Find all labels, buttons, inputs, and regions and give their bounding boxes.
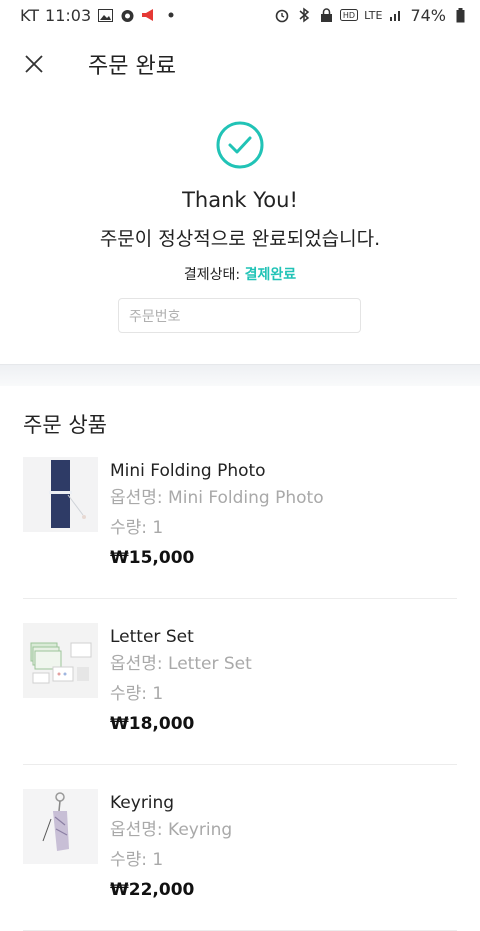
item-divider (23, 764, 457, 765)
payment-status-value: 결제완료 (244, 267, 297, 283)
hd-icon: HD (340, 7, 359, 23)
close-icon (25, 55, 43, 73)
product-thumbnail (23, 623, 98, 698)
svg-text:HD: HD (343, 11, 355, 20)
payment-status: 결제상태: 결제완료 (0, 264, 480, 284)
order-item[interactable]: Keyring 옵션명: Keyring 수량: 1 ₩22,000 (23, 789, 457, 931)
order-number-redaction (183, 301, 359, 330)
item-divider (23, 598, 457, 599)
order-item[interactable]: Letter Set 옵션명: Letter Set 수량: 1 ₩18,000 (23, 623, 457, 789)
camera-notification-icon (119, 7, 135, 23)
product-option: 옵션명: Mini Folding Photo (110, 488, 324, 508)
check-circle-icon (216, 121, 264, 169)
page-title: 주문 완료 (88, 54, 176, 79)
product-thumbnail (23, 457, 98, 532)
order-items-heading: 주문 상품 (23, 413, 107, 437)
lock-icon (318, 7, 334, 23)
product-name: Mini Folding Photo (110, 461, 266, 481)
carrier-label: KT (20, 5, 40, 25)
order-complete-message: 주문이 정상적으로 완료되었습니다. (99, 228, 381, 250)
product-thumbnail (23, 789, 98, 864)
bluetooth-icon (296, 7, 312, 23)
app-header: 주문 완료 (0, 30, 480, 96)
product-price: ₩15,000 (110, 548, 195, 568)
order-item[interactable]: Mini Folding Photo 옵션명: Mini Folding Pho… (23, 457, 457, 623)
battery-percentage: 74% (410, 5, 446, 25)
product-quantity: 수량: 1 (110, 684, 164, 704)
more-notifications-icon (163, 7, 179, 23)
clock: 11:03 (45, 5, 92, 25)
thank-you-heading: Thank You! (182, 188, 298, 212)
signal-icon (388, 7, 404, 23)
battery-icon (452, 7, 468, 23)
product-name: Keyring (110, 793, 175, 813)
status-bar: KT 11:03 HD LTE 74% (0, 0, 480, 30)
order-number-box: 주문번호 (118, 298, 361, 333)
close-button[interactable] (20, 50, 48, 78)
gallery-icon (97, 7, 113, 23)
order-number-label: 주문번호 (129, 308, 181, 325)
megaphone-icon (141, 7, 157, 23)
product-quantity: 수량: 1 (110, 518, 164, 538)
product-option: 옵션명: Letter Set (110, 654, 252, 674)
product-price: ₩22,000 (110, 880, 195, 900)
product-name: Letter Set (110, 627, 194, 647)
product-option: 옵션명: Keyring (110, 820, 233, 840)
payment-status-label: 결제상태: (183, 267, 241, 283)
network-type: LTE (364, 8, 383, 22)
alarm-icon (274, 7, 290, 23)
product-quantity: 수량: 1 (110, 850, 164, 870)
section-divider (0, 364, 480, 386)
product-price: ₩18,000 (110, 714, 195, 734)
